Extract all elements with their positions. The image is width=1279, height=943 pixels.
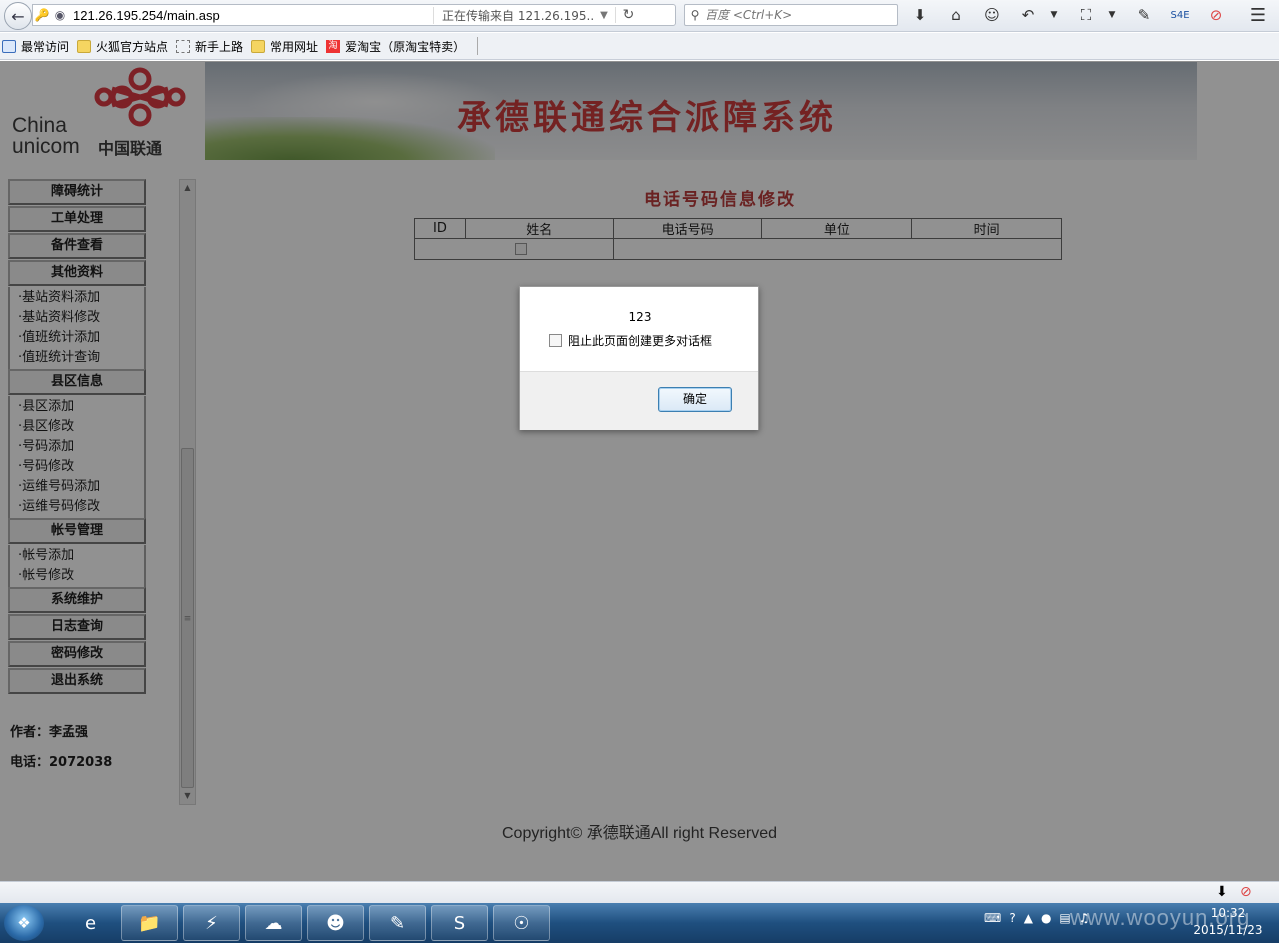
blank-page-icon (176, 39, 191, 53)
bookmarks-bar: 最常访问 火狐官方站点 新手上路 常用网址 淘爱淘宝（原淘宝特卖） (0, 33, 1279, 60)
prevent-dialogs-label[interactable]: 阻止此页面创建更多对话框 (568, 332, 712, 349)
search-bar[interactable]: ⚲ (684, 4, 898, 26)
ok-button[interactable]: 确定 (658, 387, 732, 412)
bear-app-icon[interactable]: ☁ (245, 905, 302, 941)
alert-message: 123 (628, 310, 652, 324)
start-button[interactable]: ❖ (4, 905, 44, 941)
explorer-icon[interactable]: 📁 (121, 905, 178, 941)
taobao-icon: 淘 (326, 39, 341, 53)
flashget-icon[interactable]: ⚡ (183, 905, 240, 941)
bookmark-label: 新手上路 (195, 39, 244, 54)
browser-toolbar: ← 🔑 ◉ 121.26.195.254/main.asp 正在传输来自 121… (0, 0, 1279, 32)
watermark-text: www.wooyun.org (1070, 905, 1251, 930)
bookmark-getting-started[interactable]: 新手上路 (176, 38, 243, 55)
help-icon[interactable]: ? (1009, 911, 1015, 925)
url-text[interactable]: 121.26.195.254/main.asp (73, 8, 433, 23)
avatar-app-icon[interactable]: ☻ (307, 905, 364, 941)
home-icon[interactable]: ⌂ (944, 4, 968, 26)
bookmark-aitaobao[interactable]: 淘爱淘宝（原淘宝特卖） (326, 38, 465, 55)
url-history-dropdown-icon[interactable]: ▼ (593, 10, 615, 21)
keyboard-icon[interactable]: ⌨ (984, 911, 1001, 925)
dialog-footer: 确定 (520, 371, 758, 430)
prevent-dialogs-option[interactable]: 阻止此页面创建更多对话框 (549, 332, 712, 349)
menu-icon[interactable]: ☰ (1246, 4, 1270, 26)
bookmark-firefox-site[interactable]: 火狐官方站点 (77, 38, 168, 55)
qq-icon[interactable]: ● (1041, 911, 1051, 925)
bookmarks-separator (477, 37, 479, 55)
python-icon[interactable]: ✎ (369, 905, 426, 941)
bookmark-label: 火狐官方站点 (96, 39, 169, 54)
download-icon[interactable]: ⬇ (1216, 884, 1228, 900)
blocker-icon[interactable]: ⊘ (1204, 4, 1228, 26)
tray-arrow-icon[interactable]: ▲ (1024, 911, 1033, 925)
ie-icon[interactable]: e (62, 905, 119, 941)
bookmark-label: 最常访问 (21, 39, 70, 54)
chat-icon[interactable]: ☺ (980, 4, 1004, 26)
url-status-text: 正在传输来自 121.26.195.... (433, 6, 593, 24)
crop-dropdown-icon[interactable]: ▼ (1100, 4, 1124, 26)
url-bar[interactable]: 🔑 ◉ 121.26.195.254/main.asp 正在传输来自 121.2… (32, 4, 676, 26)
search-icon: ⚲ (690, 8, 700, 22)
site-identity-icon[interactable]: ◉ (51, 8, 69, 22)
back-arrow-icon[interactable]: ← (4, 2, 32, 30)
search-input[interactable] (705, 8, 885, 22)
addon-bar: ⬇ ⊘ (0, 881, 1279, 903)
download-icon[interactable]: ⬇ (908, 4, 932, 26)
alert-dialog: 123 阻止此页面创建更多对话框 确定 (519, 286, 759, 430)
prevent-dialogs-checkbox[interactable] (549, 334, 562, 347)
sublime-icon[interactable]: S (431, 905, 488, 941)
bookmark-search-icon (2, 39, 16, 53)
key-icon: 🔑 (34, 8, 50, 22)
blocker-icon[interactable]: ⊘ (1240, 884, 1252, 900)
modal-overlay (0, 61, 1279, 881)
undo-dropdown-icon[interactable]: ▼ (1042, 4, 1066, 26)
bookmark-common-sites[interactable]: 常用网址 (251, 38, 318, 55)
firefox-icon[interactable]: ☉ (493, 905, 550, 941)
folder-icon (251, 39, 266, 53)
folder-icon (77, 39, 92, 53)
comment-icon[interactable]: ✎ (1132, 4, 1156, 26)
bookmark-label: 爱淘宝（原淘宝特卖） (345, 39, 466, 54)
s4e-icon[interactable]: S4E (1168, 4, 1192, 26)
crop-icon[interactable]: ⛶ (1074, 4, 1098, 26)
undo-icon[interactable]: ↶ (1016, 4, 1040, 26)
reload-icon[interactable]: ↻ (615, 7, 641, 23)
bookmark-most-visited[interactable]: 最常访问 (2, 38, 69, 55)
bookmark-label: 常用网址 (270, 39, 319, 54)
